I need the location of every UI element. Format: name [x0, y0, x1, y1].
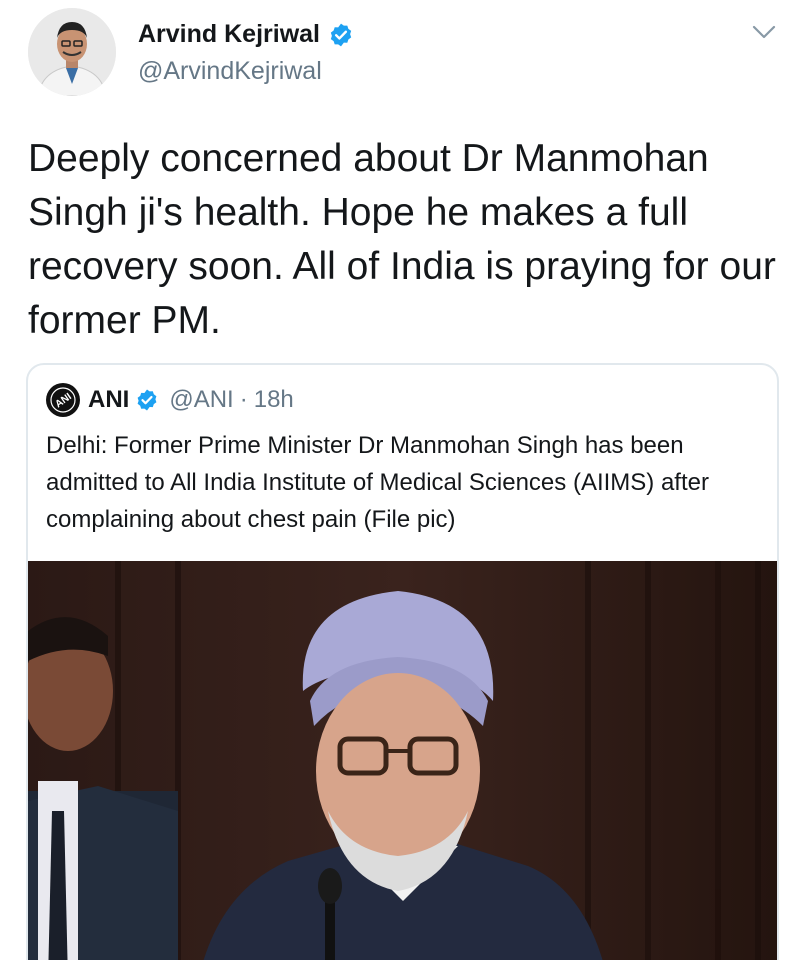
- author-display-name[interactable]: Arvind Kejriwal: [138, 20, 320, 49]
- author-avatar[interactable]: [28, 8, 116, 96]
- quoted-tweet[interactable]: ANI ANI @ANI · 18h Delhi: Former Prime M…: [26, 363, 779, 960]
- quoted-display-name[interactable]: ANI: [88, 386, 129, 414]
- tweet-card: Arvind Kejriwal @ArvindKejriwal Deeply c…: [0, 0, 807, 960]
- verified-badge-icon: [137, 389, 157, 411]
- quoted-timestamp[interactable]: 18h: [254, 386, 294, 414]
- author-handle[interactable]: @ArvindKejriwal: [138, 57, 354, 86]
- quoted-separator: ·: [239, 386, 248, 413]
- tweet-menu-button[interactable]: [751, 22, 777, 42]
- verified-badge-icon: [330, 23, 352, 46]
- author-info[interactable]: Arvind Kejriwal @ArvindKejriwal: [138, 20, 354, 86]
- tweet-text: Deeply concerned about Dr Manmohan Singh…: [28, 137, 776, 342]
- quoted-author-avatar[interactable]: ANI: [46, 383, 80, 417]
- quoted-tweet-header: ANI ANI @ANI · 18h: [46, 383, 294, 417]
- quoted-handle[interactable]: @ANI: [169, 386, 233, 414]
- author-name-row: Arvind Kejriwal: [138, 20, 354, 49]
- quoted-tweet-image[interactable]: [28, 561, 777, 960]
- chevron-down-icon: [752, 25, 776, 39]
- quoted-tweet-text: Delhi: Former Prime Minister Dr Manmohan…: [46, 432, 709, 533]
